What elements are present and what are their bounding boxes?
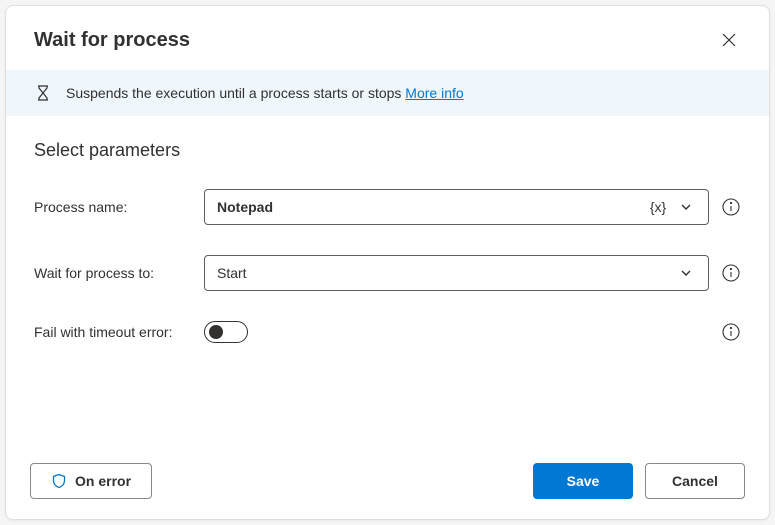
close-icon xyxy=(722,33,736,47)
info-icon xyxy=(722,198,740,216)
dialog-footer: On error Save Cancel xyxy=(6,447,769,519)
fail-timeout-label: Fail with timeout error: xyxy=(34,324,204,340)
process-name-control: Notepad {x} xyxy=(204,189,741,225)
cancel-label: Cancel xyxy=(672,473,718,489)
save-button[interactable]: Save xyxy=(533,463,633,499)
wait-for-row: Wait for process to: Start xyxy=(34,255,741,291)
info-description: Suspends the execution until a process s… xyxy=(66,85,401,101)
on-error-label: On error xyxy=(75,473,131,489)
wait-for-dropdown[interactable] xyxy=(672,259,700,287)
process-name-input[interactable]: Notepad {x} xyxy=(204,189,709,225)
wait-for-help[interactable] xyxy=(721,263,741,283)
on-error-button[interactable]: On error xyxy=(30,463,152,499)
dialog-title: Wait for process xyxy=(34,29,190,52)
wait-for-control: Start xyxy=(204,255,741,291)
chevron-down-icon xyxy=(680,267,692,279)
toggle-thumb xyxy=(209,325,223,339)
variable-button[interactable]: {x} xyxy=(644,193,672,221)
cancel-button[interactable]: Cancel xyxy=(645,463,745,499)
dialog-content: Select parameters Process name: Notepad … xyxy=(6,116,769,447)
process-name-help[interactable] xyxy=(721,197,741,217)
process-name-value: Notepad xyxy=(217,199,644,215)
info-bar: Suspends the execution until a process s… xyxy=(6,70,769,116)
fail-timeout-row: Fail with timeout error: xyxy=(34,321,741,343)
fail-timeout-control xyxy=(204,321,741,343)
chevron-down-icon xyxy=(680,201,692,213)
process-name-label: Process name: xyxy=(34,199,204,215)
fail-timeout-help[interactable] xyxy=(721,322,741,342)
wait-for-value: Start xyxy=(217,265,672,281)
process-name-row: Process name: Notepad {x} xyxy=(34,189,741,225)
section-title: Select parameters xyxy=(34,140,741,161)
process-name-dropdown[interactable] xyxy=(672,193,700,221)
dialog-header: Wait for process xyxy=(6,6,769,70)
fail-timeout-toggle[interactable] xyxy=(204,321,248,343)
wait-for-select[interactable]: Start xyxy=(204,255,709,291)
info-icon xyxy=(722,323,740,341)
wait-for-label: Wait for process to: xyxy=(34,265,204,281)
hourglass-icon xyxy=(34,84,52,102)
info-icon xyxy=(722,264,740,282)
save-label: Save xyxy=(567,473,600,489)
shield-icon xyxy=(51,473,67,489)
more-info-link[interactable]: More info xyxy=(405,85,463,101)
footer-right: Save Cancel xyxy=(533,463,745,499)
wait-for-process-dialog: Wait for process Suspends the execution … xyxy=(5,5,770,520)
close-button[interactable] xyxy=(713,24,745,56)
info-text: Suspends the execution until a process s… xyxy=(66,85,464,101)
